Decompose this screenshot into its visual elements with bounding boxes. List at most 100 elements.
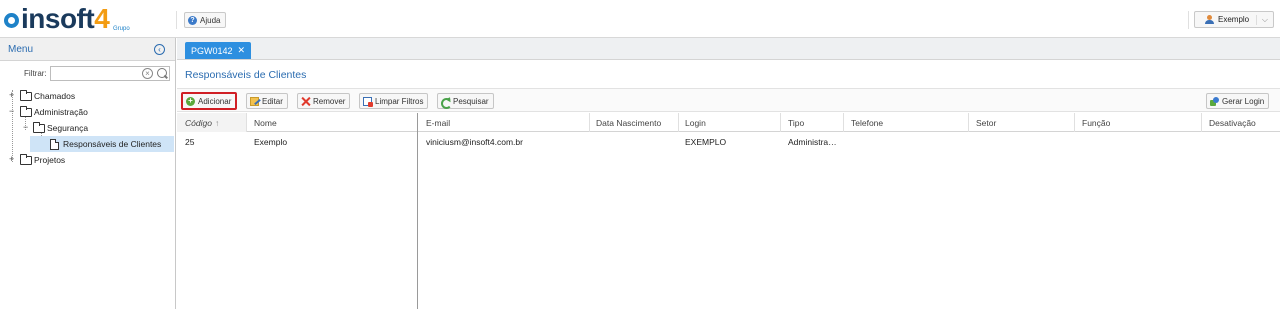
collapse-menu-icon[interactable]: ‹ — [154, 44, 165, 55]
document-icon — [50, 138, 59, 150]
tab-bar: PGW0142 ✕ — [177, 38, 1280, 60]
cell-setor — [968, 133, 1074, 151]
cell-nome: Exemplo — [254, 137, 288, 147]
tree-item-chamados[interactable]: Chamados — [20, 88, 170, 104]
edit-button[interactable]: Editar — [246, 93, 288, 109]
search-label: Pesquisar — [453, 96, 489, 106]
expand-icon[interactable]: + — [9, 155, 14, 164]
top-divider — [176, 11, 177, 29]
column-header-codigo[interactable]: Código ↑ — [177, 113, 247, 132]
logo-subtitle: Grupo — [113, 26, 130, 32]
top-bar: insoft4 Grupo ? Ajuda Exemplo ⌵ — [0, 0, 1280, 38]
add-icon — [186, 96, 195, 106]
column-header-email[interactable]: E-mail — [418, 113, 590, 132]
cell-funcao — [1074, 133, 1201, 151]
sort-ascending-icon: ↑ — [214, 117, 220, 128]
search-button[interactable]: Pesquisar — [437, 93, 494, 109]
column-header-setor[interactable]: Setor — [968, 113, 1075, 132]
add-label: Adicionar — [198, 96, 232, 106]
edit-icon — [250, 96, 259, 106]
edit-label: Editar — [262, 96, 283, 106]
folder-open-icon — [20, 105, 32, 117]
collapse-icon[interactable]: − — [9, 107, 14, 116]
column-label: Nome — [254, 117, 277, 128]
column-label: Tipo — [788, 117, 805, 128]
frozen-column-divider — [417, 113, 418, 309]
add-button[interactable]: Adicionar — [181, 92, 238, 110]
column-header-funcao[interactable]: Função — [1074, 113, 1202, 132]
expand-icon[interactable]: + — [9, 91, 14, 100]
generate-login-label: Gerar Login — [1222, 96, 1265, 106]
user-menu-button[interactable]: Exemplo ⌵ — [1194, 11, 1274, 28]
page-title: Responsáveis de Clientes — [185, 69, 307, 81]
clear-filters-icon — [363, 96, 373, 107]
cell-email: viniciusm@insoft4.com.br — [426, 137, 523, 147]
column-label: Desativação — [1209, 117, 1256, 128]
column-label: Código — [185, 117, 212, 128]
column-label: Setor — [976, 117, 997, 128]
help-button[interactable]: ? Ajuda — [184, 12, 227, 28]
tab-pgw0142[interactable]: PGW0142 ✕ — [185, 42, 252, 59]
chevron-down-icon: ⌵ — [1255, 14, 1268, 25]
search-icon[interactable] — [157, 68, 168, 79]
column-header-login[interactable]: Login — [677, 113, 781, 132]
cell-telefone — [843, 133, 968, 151]
tree-item-seguranca[interactable]: Segurança — [33, 120, 170, 136]
logo-mark-icon — [4, 13, 19, 28]
column-label: E-mail — [426, 117, 451, 128]
tree-item-label: Responsáveis de Clientes — [63, 139, 162, 149]
clear-filter-icon[interactable]: × — [142, 68, 153, 79]
tree-item-responsaveis-de-clientes[interactable]: Responsáveis de Clientes — [30, 136, 174, 152]
cell-codigo: 25 — [185, 137, 195, 147]
column-header-nome[interactable]: Nome — [246, 113, 418, 132]
main-panel: PGW0142 ✕ Responsáveis de Clientes Adici… — [177, 38, 1280, 309]
folder-icon — [20, 89, 32, 101]
tree-connector — [12, 90, 13, 162]
menu-title: Menu — [8, 43, 34, 55]
menu-header: Menu — [0, 38, 175, 61]
column-header-desativacao[interactable]: Desativação — [1201, 113, 1280, 132]
tree-item-administracao[interactable]: Administração — [20, 104, 170, 120]
column-label: Função — [1082, 117, 1111, 128]
remove-icon — [301, 97, 310, 106]
column-label: Data Nascimento — [596, 117, 662, 128]
data-grid: Código ↑ Nome E-mail Data Nascimento Log… — [177, 113, 1280, 309]
folder-icon — [20, 153, 32, 165]
tree-item-projetos[interactable]: Projetos — [20, 152, 170, 168]
generate-login-icon — [1210, 96, 1219, 106]
cell-login: EXEMPLO — [685, 137, 727, 147]
sidebar: Menu ‹ Filtrar: × + Chamados − Administr… — [0, 38, 176, 309]
user-icon — [1205, 15, 1214, 24]
remove-button[interactable]: Remover — [297, 93, 351, 109]
column-header-telefone[interactable]: Telefone — [843, 113, 969, 132]
column-header-data-nascimento[interactable]: Data Nascimento — [588, 113, 679, 132]
table-row[interactable]: 25 Exemplo viniciusm@insoft4.com.br EXEM… — [177, 133, 1280, 151]
tree-item-label: Segurança — [47, 123, 89, 133]
remove-label: Remover — [313, 96, 346, 106]
insoft4-logo[interactable]: insoft4 — [4, 3, 110, 36]
tab-label: PGW0142 — [191, 45, 233, 56]
folder-open-icon — [33, 121, 45, 133]
cell-data-nascimento — [588, 133, 677, 151]
cell-tipo: Administra… — [788, 137, 837, 147]
logo-text: insoft — [21, 3, 95, 34]
logo-number: 4 — [94, 3, 110, 34]
collapse-icon[interactable]: − — [23, 123, 28, 132]
help-icon: ? — [188, 15, 197, 25]
tree-item-label: Chamados — [34, 91, 76, 101]
clear-filters-button[interactable]: Limpar Filtros — [359, 93, 429, 109]
toolbar: Adicionar Editar Remover Limpar Filtros … — [177, 88, 1280, 112]
help-label: Ajuda — [200, 15, 221, 25]
generate-login-button[interactable]: Gerar Login — [1206, 93, 1270, 109]
top-divider-right — [1188, 11, 1189, 29]
filter-label: Filtrar: — [24, 68, 47, 78]
refresh-search-icon — [441, 97, 452, 109]
cell-desativacao — [1201, 133, 1280, 151]
grid-header: Código ↑ Nome E-mail Data Nascimento Log… — [177, 113, 1280, 132]
user-label: Exemplo — [1218, 15, 1250, 24]
column-label: Telefone — [851, 117, 884, 128]
column-label: Login — [685, 117, 706, 128]
close-icon[interactable]: ✕ — [238, 45, 246, 56]
tree-item-label: Administração — [34, 107, 88, 117]
column-header-tipo[interactable]: Tipo — [780, 113, 844, 132]
